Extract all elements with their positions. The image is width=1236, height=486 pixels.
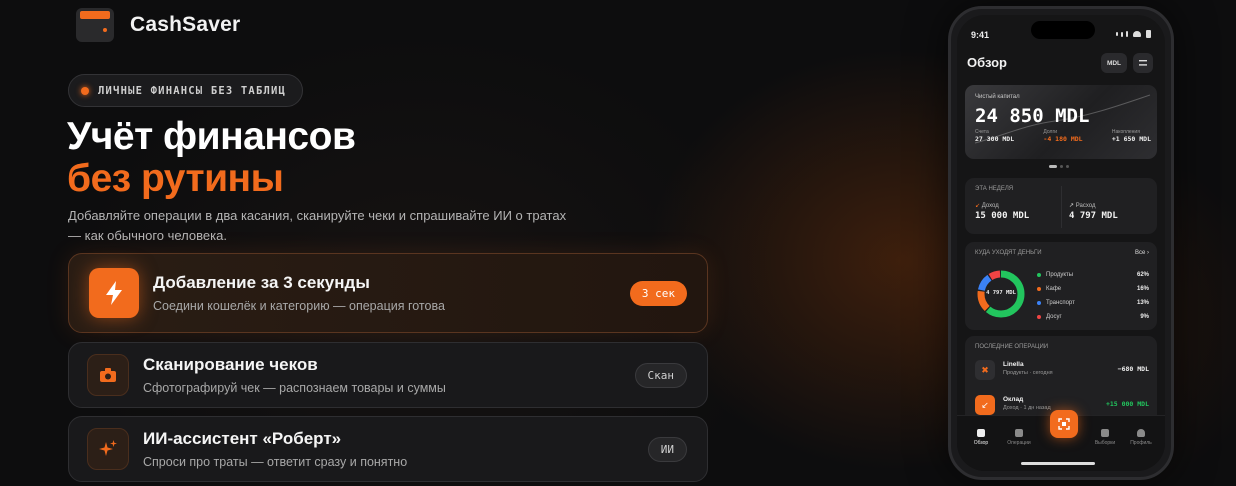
income-value: 15 000 MDL xyxy=(975,211,1030,221)
legend-dot xyxy=(1037,315,1041,319)
net-worth-label: Чистый капитал xyxy=(975,94,1020,100)
feature-card-scan[interactable]: Сканирование чеков Сфотографируй чек — р… xyxy=(68,342,708,408)
feature-subtitle: Соедини кошелёк и категорию — операция г… xyxy=(153,299,445,313)
feature-badge: ИИ xyxy=(647,437,687,462)
legend-item: Транспорт 13% xyxy=(1037,296,1149,310)
legend-dot xyxy=(1037,301,1041,305)
dot-icon xyxy=(81,86,89,95)
legend-percent: 13% xyxy=(1136,300,1149,306)
status-time: 9:41 xyxy=(971,30,990,40)
stat-accounts: Счета 27 300 MDL xyxy=(975,129,1015,143)
spending-legend: Продукты 62% Кафе 16% Транспорт 13% Досуг 9% xyxy=(1037,268,1149,324)
wifi-icon xyxy=(1133,31,1141,37)
legend-item: Продукты 62% xyxy=(1037,268,1149,282)
nav-operations[interactable]: Операции xyxy=(1001,429,1037,446)
brand[interactable]: CashSaver xyxy=(76,8,240,42)
legend-percent: 62% xyxy=(1136,272,1149,278)
home-indicator xyxy=(1021,462,1095,465)
feature-badge: 3 сек xyxy=(629,281,687,306)
transaction-sub: Продукты · сегодня xyxy=(1003,370,1053,376)
scan-fab-button[interactable] xyxy=(1050,410,1078,438)
legend-dot xyxy=(1037,287,1041,291)
net-worth-stats: Счета 27 300 MDL Долги -4 180 MDL Накопл… xyxy=(975,129,1151,143)
screen-title: Обзор xyxy=(967,55,1007,70)
transaction-name: Оклад xyxy=(1003,396,1024,403)
lightning-icon xyxy=(89,268,139,318)
stat-debts: Долги -4 180 MDL xyxy=(1043,129,1083,143)
legend-item: Кафе 16% xyxy=(1037,282,1149,296)
hero-title-line1: Учёт финансов xyxy=(67,115,356,158)
expense-block: ↗ Расход 4 797 MDL xyxy=(1069,203,1118,221)
feature-card-ai[interactable]: ИИ-ассистент «Роберт» Спроси про траты —… xyxy=(68,416,708,482)
bottom-nav: Обзор Операции Выборки Профиль xyxy=(957,410,1165,471)
arrow-down-left-icon: ↙ xyxy=(975,203,981,209)
feature-subtitle: Спроси про траты — ответит сразу и понят… xyxy=(143,455,408,469)
camera-icon xyxy=(87,354,129,396)
transaction-sub: Доход · 1 дн назад xyxy=(1003,405,1051,411)
net-worth-card[interactable]: Чистый капитал 24 850 MDL Счета 27 300 M… xyxy=(965,85,1157,159)
home-icon xyxy=(977,429,985,437)
status-icons xyxy=(1116,30,1151,38)
legend-label: Кафе xyxy=(1046,286,1062,292)
arrow-up-right-icon: ↗ xyxy=(1069,203,1075,209)
legend-dot xyxy=(1037,273,1041,277)
scan-icon xyxy=(1058,418,1070,430)
transaction-amount: −680 MDL xyxy=(1117,365,1149,373)
legend-label: Продукты xyxy=(1046,272,1074,278)
feature-badge: Скан xyxy=(634,363,687,388)
income-block: ↙ Доход 15 000 MDL xyxy=(975,203,1030,221)
nav-reports[interactable]: Выборки xyxy=(1087,429,1123,446)
week-label: ЭТА НЕДЕЛЯ xyxy=(975,186,1014,192)
expense-value: 4 797 MDL xyxy=(1069,211,1118,221)
net-worth-value: 24 850 MDL xyxy=(975,105,1090,127)
feature-title: Сканирование чеков xyxy=(143,355,318,374)
donut-total: 4 797 MDL xyxy=(986,290,1016,296)
currency-button[interactable]: MDL xyxy=(1101,53,1127,73)
stat-savings: Накопления +1 650 MDL xyxy=(1111,129,1151,143)
carousel-dots[interactable] xyxy=(1049,165,1069,168)
arrow-down-left-icon: ↙ xyxy=(975,395,995,415)
spending-card[interactable]: КУДА УХОДЯТ ДЕНЬГИ Все › 4 797 MDL Проду… xyxy=(965,242,1157,330)
transfer-icon xyxy=(1015,429,1023,437)
feature-subtitle: Сфотографируй чек — распознаем товары и … xyxy=(143,381,446,395)
sparkle-icon xyxy=(87,428,129,470)
menu-icon[interactable] xyxy=(1133,53,1153,73)
legend-percent: 9% xyxy=(1140,314,1149,320)
legend-label: Транспорт xyxy=(1046,300,1075,306)
transaction-name: Linella xyxy=(1003,361,1024,368)
tagline-pill: ЛИЧНЫЕ ФИНАНСЫ БЕЗ ТАБЛИЦ xyxy=(68,74,304,107)
feature-card-quick-add[interactable]: Добавление за 3 секунды Соедини кошелёк … xyxy=(68,253,708,333)
nav-overview[interactable]: Обзор xyxy=(963,429,999,446)
brand-name: CashSaver xyxy=(130,13,241,36)
feature-title: Добавление за 3 секунды xyxy=(153,273,370,292)
recent-label: ПОСЛЕДНИЕ ОПЕРАЦИИ xyxy=(975,344,1049,350)
list-item[interactable]: ✖ Linella Продукты · сегодня −680 MDL xyxy=(975,358,1149,384)
transaction-amount: +15 000 MDL xyxy=(1105,400,1149,408)
battery-icon xyxy=(1146,30,1151,38)
nav-profile[interactable]: Профиль xyxy=(1123,429,1159,446)
user-icon xyxy=(1137,429,1145,437)
chat-icon xyxy=(1101,429,1109,437)
phone-screen: 9:41 Обзор MDL Чистый капитал 24 850 MDL… xyxy=(957,15,1165,471)
legend-label: Досуг xyxy=(1046,314,1062,320)
hero-lead: Добавляйте операции в два касания, скани… xyxy=(68,208,567,243)
cart-icon: ✖ xyxy=(975,360,995,380)
legend-percent: 16% xyxy=(1136,286,1149,292)
feature-title: ИИ-ассистент «Роберт» xyxy=(143,429,342,448)
wallet-logo-icon xyxy=(76,8,114,42)
dynamic-island xyxy=(1031,21,1095,39)
hero-title-line2: без рутины xyxy=(67,157,284,200)
spending-label: КУДА УХОДЯТ ДЕНЬГИ xyxy=(975,250,1042,256)
week-card: ЭТА НЕДЕЛЯ ↙ Доход 15 000 MDL ↗ Расход 4… xyxy=(965,178,1157,234)
tagline-text: ЛИЧНЫЕ ФИНАНСЫ БЕЗ ТАБЛИЦ xyxy=(98,84,287,97)
phone-mockup: 9:41 Обзор MDL Чистый капитал 24 850 MDL… xyxy=(948,6,1174,480)
legend-item: Досуг 9% xyxy=(1037,310,1149,324)
see-all-link[interactable]: Все › xyxy=(1135,250,1149,256)
